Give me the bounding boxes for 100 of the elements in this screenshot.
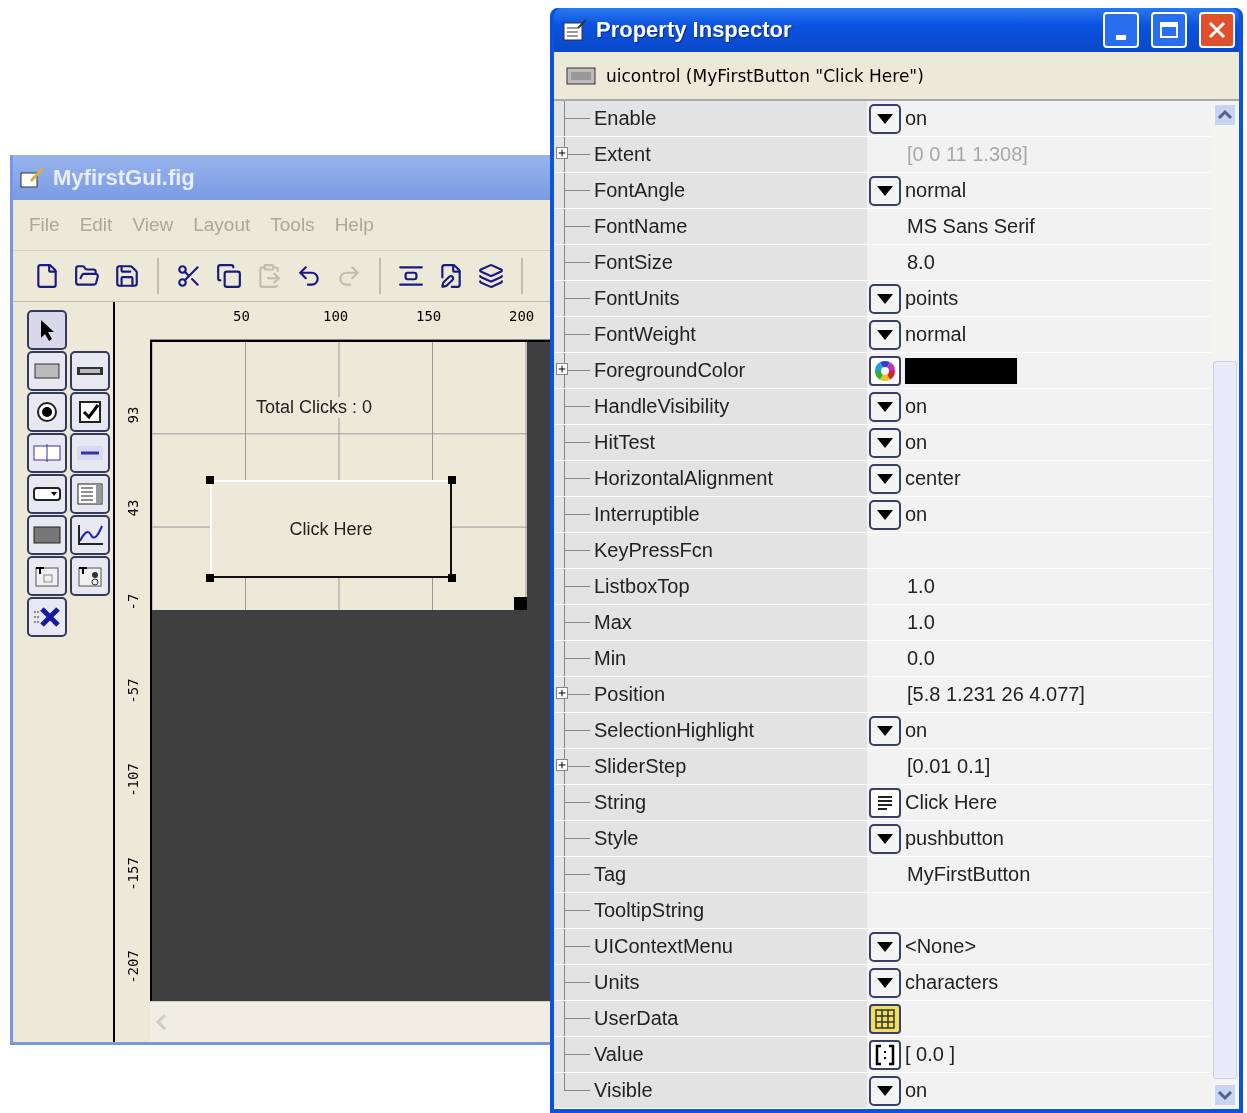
property-row[interactable]: Position [5.8 1.231 26 4.077] — [554, 677, 1211, 713]
ruler-label: 200 — [509, 308, 535, 324]
palette-tool-button[interactable] — [27, 433, 67, 473]
property-row[interactable]: SliderStep [0.01 0.1] — [554, 749, 1211, 785]
palette-tool-button[interactable] — [70, 351, 110, 391]
property-row[interactable]: ForegroundColor — [554, 353, 1211, 389]
expand-icon[interactable] — [556, 687, 568, 699]
property-name: KeyPressFcn — [594, 539, 713, 562]
horizontal-scrollbar[interactable] — [150, 1001, 550, 1042]
dropdown-button[interactable] — [869, 823, 901, 854]
property-row[interactable]: Interruptible on — [554, 497, 1211, 533]
dropdown-button[interactable] — [869, 931, 901, 962]
property-row[interactable]: FontUnits points — [554, 281, 1211, 317]
palette-tool-button[interactable] — [27, 597, 67, 637]
property-row[interactable]: FontWeight normal — [554, 317, 1211, 353]
property-value: on — [905, 395, 928, 418]
dropdown-button[interactable] — [869, 463, 901, 494]
property-row[interactable]: HandleVisibility on — [554, 389, 1211, 425]
push-button-icon — [566, 66, 596, 85]
resize-handle[interactable] — [514, 597, 527, 610]
dropdown-button[interactable] — [869, 427, 901, 458]
property-name: ListboxTop — [594, 575, 690, 598]
property-row[interactable]: Visible on — [554, 1073, 1211, 1109]
expand-icon[interactable] — [556, 759, 568, 771]
scroll-thumb[interactable] — [1213, 361, 1237, 1079]
property-name: SelectionHighlight — [594, 719, 755, 742]
property-row[interactable]: ListboxTop 1.0 — [554, 569, 1211, 605]
minimize-button[interactable] — [1103, 12, 1139, 49]
property-row[interactable]: Style pushbutton — [554, 821, 1211, 857]
property-name: HitTest — [594, 431, 656, 454]
selection-handle[interactable] — [206, 574, 214, 582]
palette-tool-button[interactable] — [27, 556, 67, 596]
array-editor-button[interactable] — [869, 1039, 901, 1070]
dropdown-button[interactable] — [869, 499, 901, 530]
dropdown-button[interactable] — [869, 283, 901, 314]
property-row[interactable]: HorizontalAlignment center — [554, 461, 1211, 497]
property-row[interactable]: Max 1.0 — [554, 605, 1211, 641]
palette-tool-button[interactable] — [27, 474, 67, 514]
listbox-icon — [75, 482, 105, 506]
data-editor-button[interactable] — [869, 1003, 901, 1034]
palette-tool-button[interactable] — [70, 433, 110, 473]
dropdown-button[interactable] — [869, 391, 901, 422]
property-name: Value — [594, 1043, 644, 1066]
palette-tool-button[interactable] — [27, 515, 67, 555]
property-value: normal — [905, 323, 967, 346]
ruler-label: 93 — [125, 405, 141, 426]
property-row[interactable]: TooltipString — [554, 893, 1211, 929]
property-name: HandleVisibility — [594, 395, 730, 418]
palette-tool-button[interactable] — [70, 515, 110, 555]
property-row[interactable]: UIContextMenu <None> — [554, 929, 1211, 965]
palette-tool-button[interactable] — [27, 392, 67, 432]
palette-tool-button[interactable] — [70, 392, 110, 432]
property-row[interactable]: SelectionHighlight on — [554, 713, 1211, 749]
text-editor-button[interactable] — [869, 787, 901, 818]
table-icon — [874, 1007, 896, 1030]
palette-tool-button[interactable] — [27, 351, 67, 391]
property-row[interactable]: UserData — [554, 1001, 1211, 1037]
dropdown-button[interactable] — [869, 319, 901, 350]
caret-icon — [877, 437, 893, 448]
ruler-label: -57 — [125, 677, 141, 706]
axes-icon — [75, 523, 105, 547]
property-value: on — [905, 1079, 928, 1102]
brackets-icon — [875, 1043, 895, 1066]
property-value: center — [905, 467, 961, 490]
property-row[interactable]: Value [ 0.0 ] — [554, 1037, 1211, 1073]
property-row[interactable]: FontAngle normal — [554, 173, 1211, 209]
property-row[interactable]: Min 0.0 — [554, 641, 1211, 677]
close-icon — [1207, 20, 1227, 41]
property-name: Max — [594, 611, 632, 634]
selection-handle[interactable] — [206, 476, 214, 484]
property-row[interactable]: KeyPressFcn — [554, 533, 1211, 569]
property-row[interactable]: Tag MyFirstButton — [554, 857, 1211, 893]
maximize-button[interactable] — [1151, 12, 1187, 49]
dropdown-button[interactable] — [869, 715, 901, 746]
property-row[interactable]: Enable on — [554, 101, 1211, 137]
palette-tool-button[interactable] — [70, 474, 110, 514]
push-button[interactable]: Click Here — [210, 480, 452, 578]
dropdown-button[interactable] — [869, 1075, 901, 1106]
minimize-icon — [1116, 34, 1126, 40]
dropdown-button[interactable] — [869, 103, 901, 134]
property-row[interactable]: FontName MS Sans Serif — [554, 209, 1211, 245]
dropdown-button[interactable] — [869, 967, 901, 998]
palette-tool-button[interactable] — [27, 310, 67, 350]
activex-icon — [32, 605, 62, 629]
selection-handle[interactable] — [448, 476, 456, 484]
property-name: Tag — [594, 863, 627, 886]
color-picker-button[interactable] — [869, 355, 901, 386]
scroll-left-icon — [154, 1013, 168, 1031]
close-button[interactable] — [1199, 12, 1235, 49]
property-name: Interruptible — [594, 503, 700, 526]
palette-tool-button[interactable] — [70, 556, 110, 596]
selection-handle[interactable] — [448, 574, 456, 582]
property-row[interactable]: FontSize 8.0 — [554, 245, 1211, 281]
property-row[interactable]: String Click Here — [554, 785, 1211, 821]
expand-icon[interactable] — [556, 363, 568, 375]
property-row[interactable]: Units characters — [554, 965, 1211, 1001]
property-name: ForegroundColor — [594, 359, 746, 382]
dropdown-button[interactable] — [869, 175, 901, 206]
property-row[interactable]: HitTest on — [554, 425, 1211, 461]
property-name: Enable — [594, 107, 657, 130]
